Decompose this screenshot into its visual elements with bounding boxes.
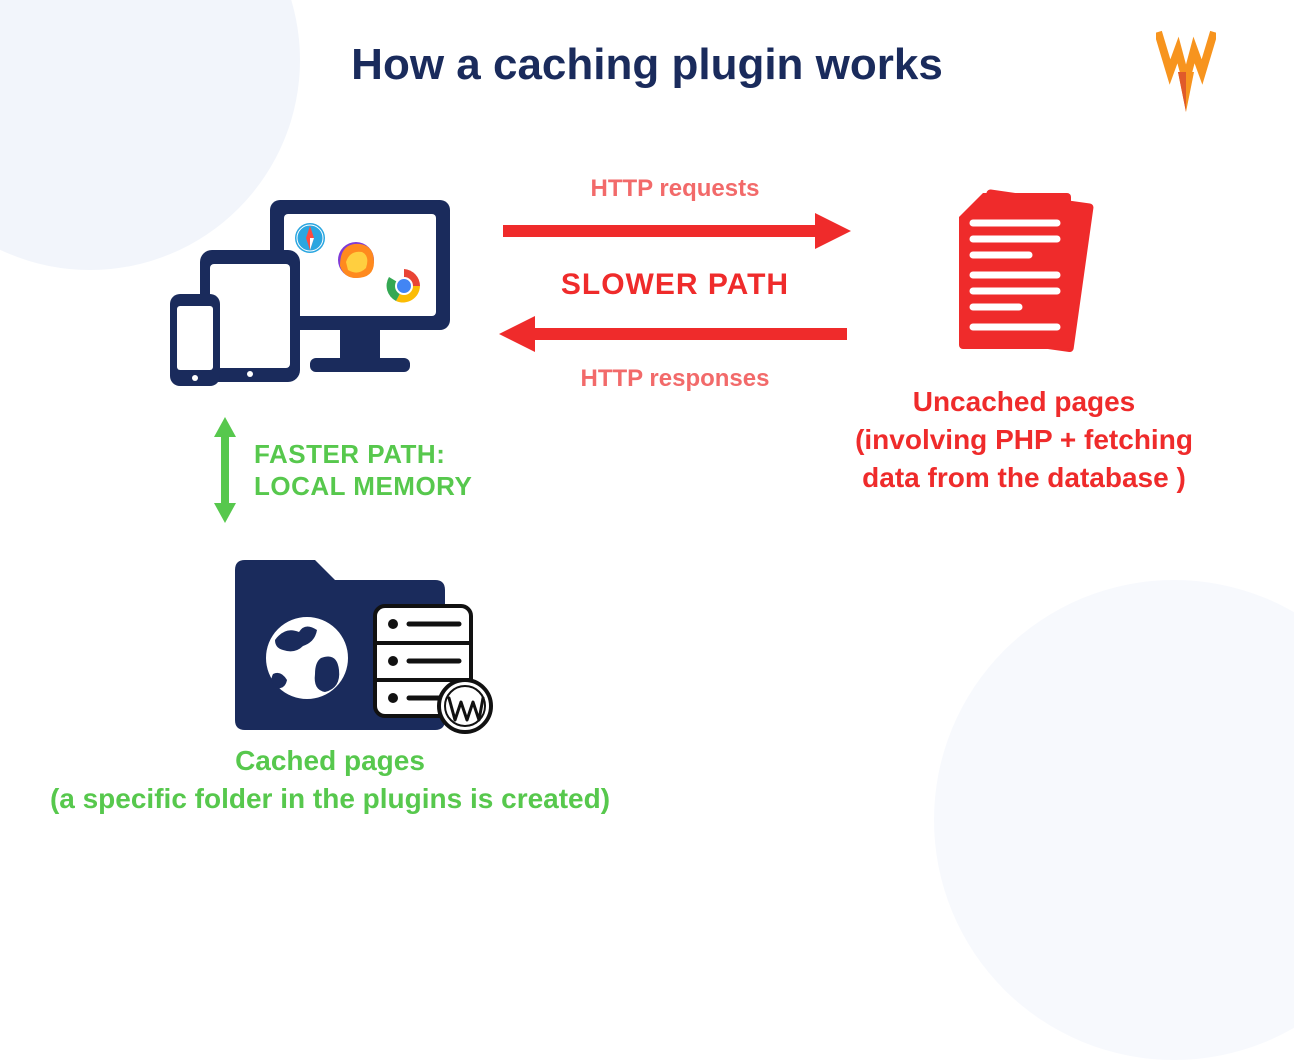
wp-rocket-logo-icon	[1156, 28, 1216, 123]
faster-path-block: FASTER PATH: LOCAL MEMORY	[210, 415, 472, 525]
uncached-subtext: (involving PHP + fetching data from the …	[844, 421, 1204, 497]
background-blob-bottom	[934, 580, 1294, 1060]
wordpress-icon	[439, 680, 491, 732]
cached-text: Cached pages (a specific folder in the p…	[20, 742, 640, 818]
arrow-right-icon	[495, 209, 855, 253]
faster-path-text: FASTER PATH: LOCAL MEMORY	[254, 438, 472, 503]
http-responses-label: HTTP responses	[485, 365, 865, 393]
cached-heading: Cached pages	[20, 742, 640, 780]
cached-folder-icon	[225, 530, 505, 745]
devices-cluster-icon	[160, 190, 460, 415]
faster-path-line2: LOCAL MEMORY	[254, 470, 472, 503]
http-requests-label: HTTP requests	[485, 175, 865, 203]
uncached-heading: Uncached pages	[844, 383, 1204, 421]
uncached-text: Uncached pages (involving PHP + fetching…	[844, 383, 1204, 496]
documents-icon	[929, 175, 1119, 365]
faster-path-line1: FASTER PATH:	[254, 438, 472, 471]
double-arrow-vertical-icon	[210, 415, 240, 525]
uncached-block: Uncached pages (involving PHP + fetching…	[844, 175, 1204, 496]
flow-middle: HTTP requests SLOWER PATH HTTP responses	[485, 175, 865, 393]
cached-subtext: (a specific folder in the plugins is cre…	[20, 780, 640, 818]
page-title: How a caching plugin works	[0, 40, 1294, 90]
arrow-left-icon	[495, 312, 855, 356]
slower-path-label: SLOWER PATH	[485, 268, 865, 302]
